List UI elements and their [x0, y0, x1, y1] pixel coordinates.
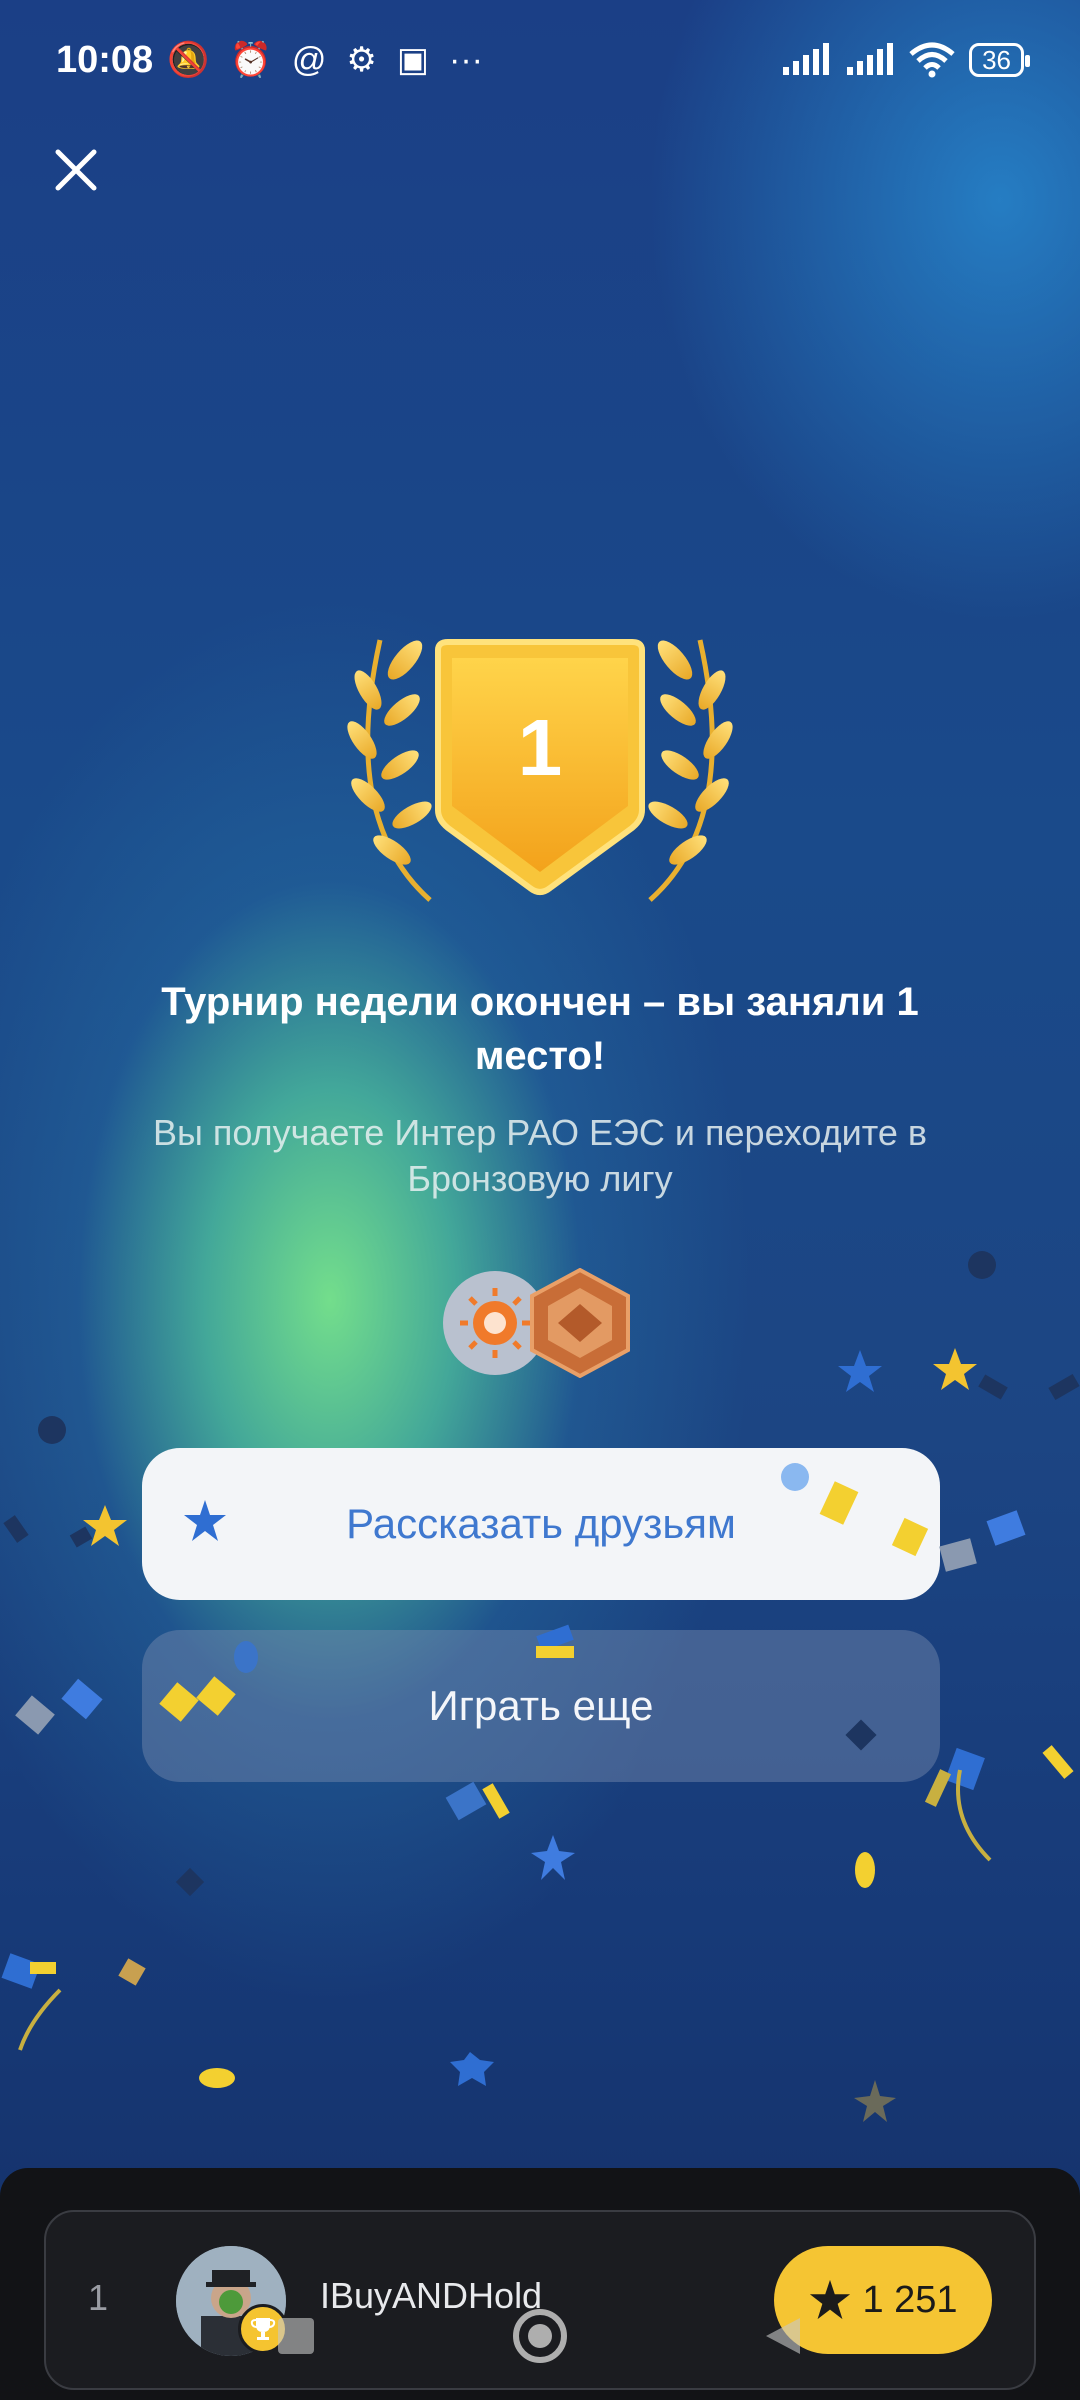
- place-number: 1: [518, 703, 563, 792]
- status-bar: 10:08 🔕 ⏰ @ ⚙ ▣ ··· 36: [0, 0, 1080, 120]
- contact-card-icon: ▣: [396, 41, 430, 79]
- system-icons: 36: [781, 42, 1030, 78]
- status-time: 10:08: [56, 38, 154, 81]
- battery-icon: 36: [969, 43, 1030, 77]
- first-place-badge: 1: [347, 639, 733, 902]
- close-button[interactable]: [46, 140, 106, 200]
- result-subtitle: Вы получаете Интер РАО ЕЭС и переходите …: [153, 1112, 927, 1199]
- signal-icon: [847, 43, 894, 75]
- wifi-icon: [909, 42, 955, 78]
- share-with-friends-button[interactable]: Рассказать друзьям: [142, 1448, 940, 1600]
- share-button-label: Рассказать друзьям: [346, 1500, 736, 1547]
- at-icon: @: [291, 40, 327, 79]
- star-icon: [184, 1500, 226, 1541]
- laurel-right-icon: [648, 639, 733, 902]
- more-dots-icon: ···: [449, 40, 483, 79]
- alarm-icon: ⏰: [229, 41, 272, 79]
- back-nav-button: [766, 2318, 800, 2354]
- close-icon: [55, 149, 97, 191]
- result-title: Турнир недели окончен – вы заняли 1 мест…: [161, 980, 919, 1078]
- navigation-bar: [278, 2309, 800, 2363]
- notification-icons: 🔕 ⏰ @ ⚙ ▣ ···: [167, 40, 483, 80]
- laurel-left-icon: [347, 639, 432, 902]
- mute-icon: 🔕: [167, 41, 210, 79]
- recents-nav-button: [278, 2318, 314, 2354]
- rewards: [443, 1268, 630, 1378]
- signal-icon: [783, 43, 830, 75]
- play-again-button[interactable]: Играть еще: [142, 1630, 940, 1782]
- play-button-label: Играть еще: [428, 1682, 654, 1729]
- settings-cog-icon: ⚙: [346, 41, 377, 79]
- bronze-league-icon: [530, 1268, 630, 1378]
